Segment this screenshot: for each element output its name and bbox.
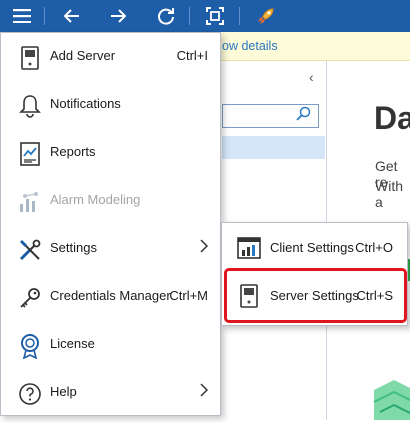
help-icon — [17, 381, 43, 407]
menu-item-label: Settings — [50, 240, 97, 255]
alarm-modeling-icon — [17, 189, 43, 215]
menu-item-label: Credentials Manager — [50, 288, 171, 303]
hamburger-menu-icon[interactable] — [6, 0, 38, 32]
illustration-graphic — [372, 360, 410, 423]
menu-item-reports[interactable]: Reports — [1, 129, 220, 177]
refresh-icon[interactable] — [150, 0, 182, 32]
server-icon — [236, 283, 262, 309]
menu-item-notifications[interactable]: Notifications — [1, 81, 220, 129]
bell-icon — [17, 93, 43, 119]
main-menu: Add Server Ctrl+I Notifications Reports … — [0, 32, 221, 416]
report-icon — [17, 141, 43, 167]
show-details-link[interactable]: ow details — [222, 39, 278, 53]
menu-item-help[interactable]: Help — [1, 369, 220, 417]
submenu-item-label: Server Settings — [270, 288, 359, 303]
key-icon — [17, 285, 43, 311]
submenu-item-client-settings[interactable]: Client Settings Ctrl+O — [222, 223, 407, 271]
client-settings-icon — [236, 235, 262, 261]
rocket-icon[interactable] — [250, 0, 282, 32]
welcome-text-line2: With a — [375, 178, 403, 210]
menu-item-label: License — [50, 336, 95, 351]
menu-item-label: Add Server — [50, 48, 116, 63]
menu-item-shortcut: Ctrl+I — [176, 48, 208, 63]
top-toolbar — [0, 0, 410, 32]
collapse-panel-icon[interactable]: ‹ — [309, 69, 314, 85]
toolbar-divider — [44, 7, 45, 25]
menu-item-label: Help — [50, 384, 77, 399]
submenu-arrow-icon — [200, 239, 209, 256]
submenu-item-server-settings[interactable]: Server Settings Ctrl+S — [222, 271, 407, 319]
menu-item-credentials-manager[interactable]: Credentials Manager Ctrl+M — [1, 273, 220, 321]
dashboard-title: Da — [374, 100, 410, 136]
settings-submenu: Client Settings Ctrl+O Server Settings C… — [221, 222, 408, 326]
back-arrow-icon[interactable] — [56, 0, 88, 32]
wrench-screwdriver-icon — [17, 237, 43, 263]
menu-item-alarm-modeling: Alarm Modeling — [1, 177, 220, 225]
menu-item-label: Reports — [50, 144, 96, 159]
menu-item-label: Notifications — [50, 96, 121, 111]
toolbar-divider — [239, 7, 240, 25]
server-icon — [17, 45, 43, 71]
menu-item-shortcut: Ctrl+M — [169, 288, 208, 303]
fit-screen-icon[interactable] — [199, 0, 231, 32]
selected-tree-row[interactable] — [222, 136, 325, 159]
menu-item-add-server[interactable]: Add Server Ctrl+I — [1, 33, 220, 81]
forward-arrow-icon[interactable] — [102, 0, 134, 32]
license-badge-icon — [17, 333, 43, 359]
search-icon[interactable] — [296, 106, 312, 125]
toolbar-divider — [189, 7, 190, 25]
menu-item-license[interactable]: License — [1, 321, 220, 369]
submenu-item-shortcut: Ctrl+O — [355, 240, 393, 255]
submenu-item-shortcut: Ctrl+S — [356, 288, 393, 303]
menu-item-label: Alarm Modeling — [50, 192, 141, 207]
submenu-item-label: Client Settings — [270, 240, 354, 255]
submenu-arrow-icon — [200, 383, 209, 400]
menu-item-settings[interactable]: Settings — [1, 225, 220, 273]
